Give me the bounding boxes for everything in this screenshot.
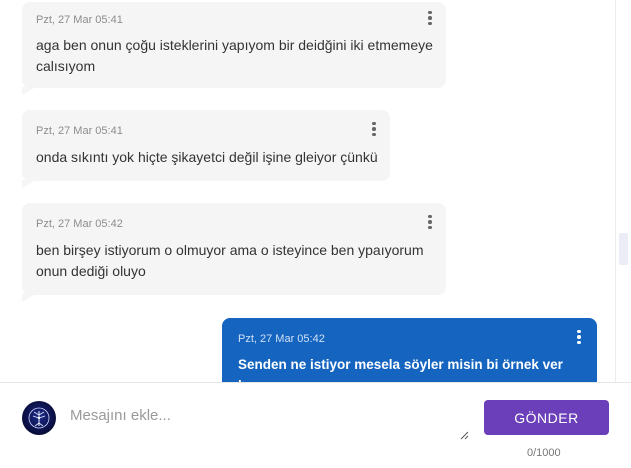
more-vertical-icon[interactable] [425,8,435,28]
message-timestamp: Pzt, 27 Mar 05:42 [36,218,123,230]
resize-handle-icon[interactable] [459,430,469,440]
chat-messages-area[interactable]: Pzt, 27 Mar 05:41 aga ben onun çoğu iste… [0,0,615,382]
message-timestamp: Pzt, 27 Mar 05:41 [36,125,123,137]
send-button[interactable]: GÖNDER [484,400,609,435]
message-text-line: Senden ne istiyor mesela söyler misin bi… [238,357,563,382]
message-bubble-outgoing: Pzt, 27 Mar 05:42 Senden ne istiyor mese… [222,318,597,382]
message-text-line: ben birşey istiyorum o olmuyor ama o ist… [36,242,424,258]
tree-of-life-avatar [28,407,50,429]
message-text-line: onda sıkıntı yok hiçte şikayetci değil i… [36,149,378,165]
message-timestamp: Pzt, 27 Mar 05:41 [36,14,123,26]
message-composer: GÖNDER 0/1000 [0,382,631,468]
message-text-line: onun dediği oluyo [36,263,146,279]
chat-scrollbar[interactable] [615,0,629,382]
more-vertical-icon[interactable] [369,119,379,139]
more-vertical-icon[interactable] [574,327,584,347]
character-counter: 0/1000 [527,447,561,459]
message-bubble-incoming: Pzt, 27 Mar 05:41 onda sıkıntı yok hiçte… [22,110,390,188]
more-vertical-icon[interactable] [425,212,435,232]
message-bubble-incoming: Pzt, 27 Mar 05:42 ben birşey istiyorum o… [22,203,446,302]
message-text-line: calısıyom [36,58,96,74]
message-input[interactable] [64,395,470,441]
message-text-line: aga ben onun çoğu isteklerini yapıyom bi… [36,37,433,53]
message-timestamp: Pzt, 27 Mar 05:42 [238,333,325,345]
message-bubble-incoming: Pzt, 27 Mar 05:41 aga ben onun çoğu iste… [22,2,446,95]
scrollbar-thumb[interactable] [619,233,628,265]
user-avatar [22,401,56,435]
